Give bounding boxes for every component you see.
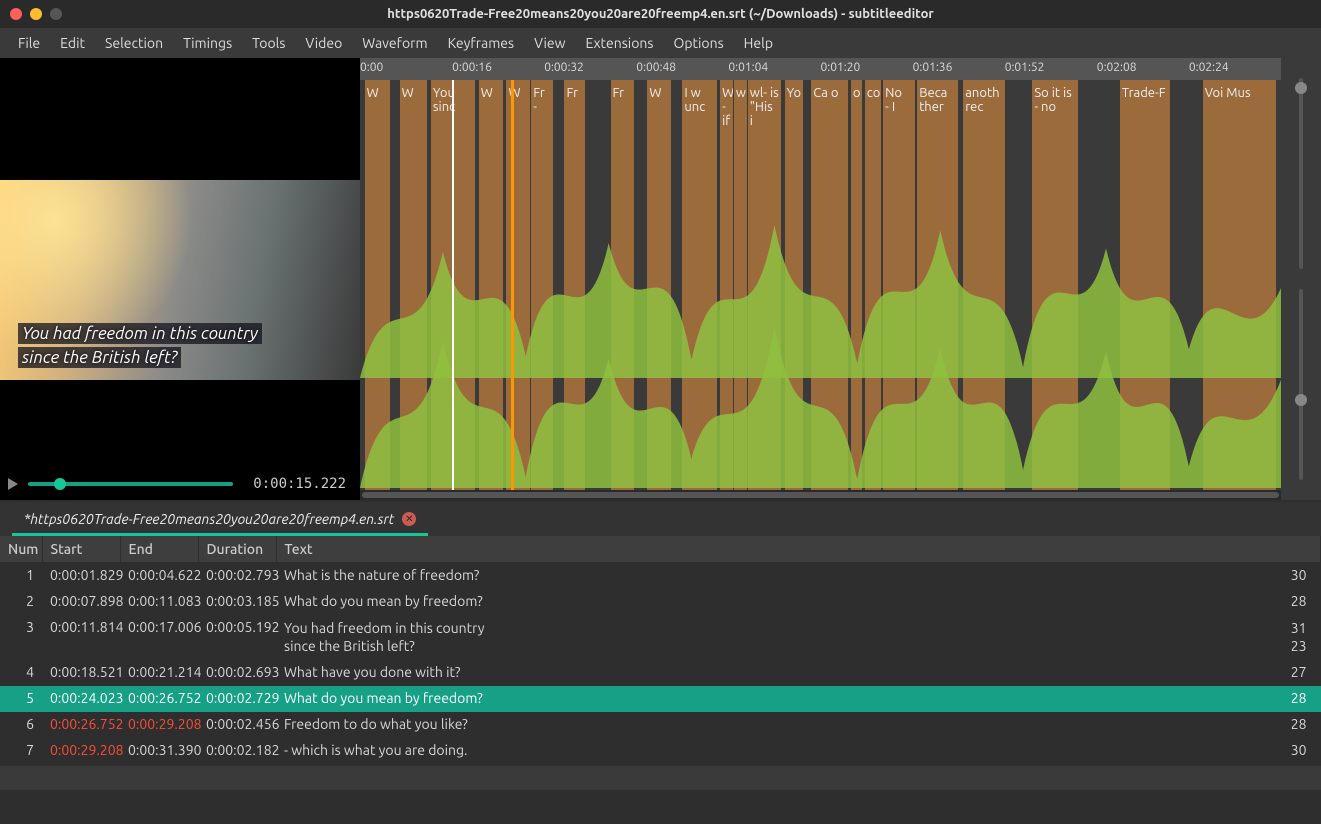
- waveform-subtitle-blocks[interactable]: WWYousincWWFr-FrFrWI wuncW- ifwwl- is"Hi…: [360, 80, 1281, 490]
- time-tick: 0:01:52: [1005, 61, 1045, 74]
- waveform-block[interactable]: W: [479, 80, 503, 490]
- time-tick: 0:01:04: [728, 61, 768, 74]
- subtitle-table[interactable]: Num Start End Duration Text 10:00:01.829…: [0, 536, 1321, 766]
- table-row[interactable]: 50:00:24.0230:00:26.7520:00:02.729What d…: [0, 686, 1321, 712]
- waveform-selection-marker[interactable]: [511, 80, 514, 490]
- waveform-block[interactable]: co: [865, 80, 882, 490]
- col-text[interactable]: Text: [276, 536, 1321, 563]
- waveform-block[interactable]: Yo: [785, 80, 803, 490]
- menu-file[interactable]: File: [8, 29, 50, 57]
- time-tick: 0:00:32: [544, 61, 584, 74]
- menu-edit[interactable]: Edit: [50, 29, 95, 57]
- waveform-scrollbar[interactable]: [360, 490, 1281, 500]
- menu-options[interactable]: Options: [663, 29, 733, 57]
- time-tick: 0:01:20: [821, 61, 861, 74]
- time-tick: 0:00: [360, 61, 383, 74]
- time-tick: 0:00:16: [452, 61, 492, 74]
- table-row[interactable]: 30:00:11.8140:00:17.0060:00:05.192You ha…: [0, 615, 1321, 661]
- waveform-block[interactable]: Becather: [917, 80, 958, 490]
- waveform-block[interactable]: Fr-: [531, 80, 553, 490]
- table-row[interactable]: 10:00:01.8290:00:04.6220:00:02.793What i…: [0, 563, 1321, 589]
- waveform-block[interactable]: Ca o: [811, 80, 848, 490]
- menu-view[interactable]: View: [524, 29, 575, 57]
- menu-help[interactable]: Help: [734, 29, 783, 57]
- menubar: File Edit Selection Timings Tools Video …: [0, 28, 1321, 58]
- minimize-window-icon[interactable]: [30, 8, 42, 20]
- table-row[interactable]: 70:00:29.2080:00:31.3900:00:02.182- whic…: [0, 738, 1321, 764]
- menu-tools[interactable]: Tools: [242, 29, 295, 57]
- waveform-block[interactable]: Trade-F: [1120, 80, 1171, 490]
- menu-keyframes[interactable]: Keyframes: [438, 29, 525, 57]
- waveform-canvas[interactable]: 0:00 0:00:16 0:00:32 0:00:48 0:01:04 0:01:20 0…: [360, 58, 1281, 500]
- time-tick: 0:00:48: [636, 61, 676, 74]
- waveform-block[interactable]: Fr: [564, 80, 584, 490]
- close-tab-icon[interactable]: ✕: [402, 512, 416, 526]
- waveform-zoom-slider[interactable]: [1299, 78, 1303, 269]
- video-timecode: 0:00:15.222: [253, 476, 346, 492]
- time-tick: 0:01:36: [913, 61, 953, 74]
- waveform-block[interactable]: I wunc: [682, 80, 717, 490]
- waveform-block[interactable]: W: [647, 80, 671, 490]
- waveform-block[interactable]: Voi Mus: [1203, 80, 1277, 490]
- waveform-block[interactable]: Fr: [611, 80, 635, 490]
- table-row[interactable]: 40:00:18.5210:00:21.2140:00:02.693What h…: [0, 660, 1321, 686]
- document-tab[interactable]: *https0620Trade-Free20means20you20are20f…: [12, 503, 428, 536]
- document-tabbar: *https0620Trade-Free20means20you20are20f…: [0, 502, 1321, 536]
- close-window-icon[interactable]: [10, 8, 22, 20]
- menu-extensions[interactable]: Extensions: [575, 29, 663, 57]
- video-subtitle-overlay: You had freedom in this country since th…: [18, 322, 262, 370]
- waveform-block[interactable]: W- if: [720, 80, 733, 490]
- waveform-playhead[interactable]: [452, 80, 454, 490]
- waveform-pane: 0:00 0:00:16 0:00:32 0:00:48 0:01:04 0:01:20 0…: [360, 58, 1321, 500]
- statusbar: [0, 766, 1321, 790]
- col-num[interactable]: Num: [0, 536, 42, 563]
- menu-video[interactable]: Video: [295, 29, 352, 57]
- maximize-window-icon[interactable]: [50, 8, 62, 20]
- waveform-block[interactable]: W: [400, 80, 428, 490]
- waveform-time-ruler[interactable]: 0:00 0:00:16 0:00:32 0:00:48 0:01:04 0:01:20 0…: [360, 58, 1281, 80]
- waveform-block[interactable]: So it is- no: [1032, 80, 1078, 490]
- video-preview-pane: You had freedom in this country since th…: [0, 58, 360, 500]
- play-button[interactable]: [8, 478, 18, 490]
- time-tick: 0:02:24: [1189, 61, 1229, 74]
- window-title: https0620Trade-Free20means20you20are20fr…: [0, 7, 1321, 21]
- waveform-block[interactable]: W: [365, 80, 391, 490]
- menu-timings[interactable]: Timings: [173, 29, 242, 57]
- seek-slider[interactable]: [28, 482, 233, 486]
- menu-selection[interactable]: Selection: [95, 29, 173, 57]
- menu-waveform[interactable]: Waveform: [352, 29, 437, 57]
- waveform-block[interactable]: o: [851, 80, 862, 490]
- waveform-block[interactable]: W: [506, 80, 530, 490]
- col-start[interactable]: Start: [42, 536, 120, 563]
- document-tab-label: *https0620Trade-Free20means20you20are20f…: [24, 511, 394, 527]
- waveform-scale-slider[interactable]: [1299, 289, 1303, 480]
- col-end[interactable]: End: [120, 536, 198, 563]
- waveform-block[interactable]: wl- is"His i: [748, 80, 781, 490]
- waveform-block[interactable]: anothrec: [963, 80, 1004, 490]
- col-duration[interactable]: Duration: [198, 536, 276, 563]
- waveform-block[interactable]: w: [734, 80, 747, 490]
- waveform-block[interactable]: No- I: [883, 80, 915, 490]
- table-row[interactable]: 60:00:26.7520:00:29.2080:00:02.456Freedo…: [0, 712, 1321, 738]
- titlebar: https0620Trade-Free20means20you20are20fr…: [0, 0, 1321, 28]
- table-row[interactable]: 20:00:07.8980:00:11.0830:00:03.185What d…: [0, 589, 1321, 615]
- time-tick: 0:02:08: [1097, 61, 1137, 74]
